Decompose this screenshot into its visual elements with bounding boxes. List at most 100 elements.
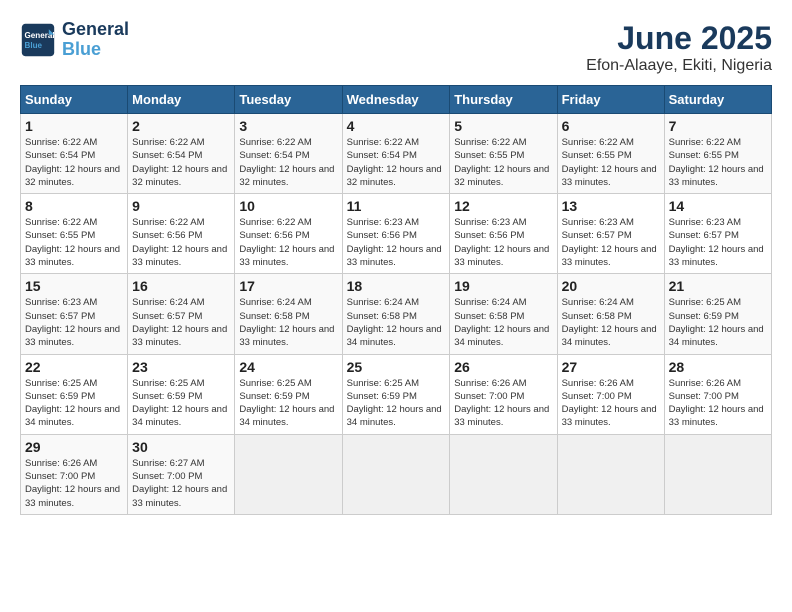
header-monday: Monday xyxy=(128,86,235,114)
day-number: 20 xyxy=(562,278,660,294)
header-sunday: Sunday xyxy=(21,86,128,114)
day-number: 27 xyxy=(562,359,660,375)
day-number: 5 xyxy=(454,118,552,134)
day-number: 15 xyxy=(25,278,123,294)
calendar-cell: 20 Sunrise: 6:24 AM Sunset: 6:58 PM Dayli… xyxy=(557,274,664,354)
day-info: Sunrise: 6:26 AM Sunset: 7:00 PM Dayligh… xyxy=(454,377,552,430)
calendar-cell: 13 Sunrise: 6:23 AM Sunset: 6:57 PM Dayli… xyxy=(557,194,664,274)
calendar-cell: 19Sunrise: 6:24 AM Sunset: 6:58 PM Dayli… xyxy=(450,274,557,354)
calendar-cell: 14 Sunrise: 6:23 AM Sunset: 6:57 PM Dayli… xyxy=(664,194,771,274)
day-number: 2 xyxy=(132,118,230,134)
day-info: Sunrise: 6:25 AM Sunset: 6:59 PM Dayligh… xyxy=(239,377,337,430)
calendar-cell xyxy=(235,434,342,514)
calendar-cell: 10 Sunrise: 6:22 AM Sunset: 6:56 PM Dayli… xyxy=(235,194,342,274)
day-info: Sunrise: 6:22 AM Sunset: 6:56 PM Dayligh… xyxy=(132,216,230,269)
day-info: Sunrise: 6:22 AM Sunset: 6:54 PM Dayligh… xyxy=(239,136,337,189)
day-number: 7 xyxy=(669,118,767,134)
day-info: Sunrise: 6:27 AM Sunset: 7:00 PM Dayligh… xyxy=(132,457,230,510)
calendar-cell: 18 Sunrise: 6:24 AM Sunset: 6:58 PM Dayli… xyxy=(342,274,450,354)
day-number: 9 xyxy=(132,198,230,214)
calendar-week-row: 1 Sunrise: 6:22 AM Sunset: 6:54 PM Daylig… xyxy=(21,114,772,194)
calendar-cell: 26 Sunrise: 6:26 AM Sunset: 7:00 PM Dayli… xyxy=(450,354,557,434)
day-info: Sunrise: 6:23 AM Sunset: 6:56 PM Dayligh… xyxy=(454,216,552,269)
day-number: 26 xyxy=(454,359,552,375)
calendar-header-row: SundayMondayTuesdayWednesdayThursdayFrid… xyxy=(21,86,772,114)
day-info: Sunrise: 6:24 AM Sunset: 6:58 PM Dayligh… xyxy=(347,296,446,349)
day-number: 25 xyxy=(347,359,446,375)
day-number: 11 xyxy=(347,198,446,214)
logo-icon: General Blue xyxy=(20,22,56,58)
day-info: Sunrise: 6:24 AM Sunset: 6:58 PM Dayligh… xyxy=(454,296,552,349)
day-info: Sunrise: 6:24 AM Sunset: 6:58 PM Dayligh… xyxy=(562,296,660,349)
calendar-cell: 5 Sunrise: 6:22 AM Sunset: 6:55 PM Daylig… xyxy=(450,114,557,194)
day-number: 18 xyxy=(347,278,446,294)
day-info: Sunrise: 6:24 AM Sunset: 6:58 PM Dayligh… xyxy=(239,296,337,349)
calendar-cell: 3Sunrise: 6:22 AM Sunset: 6:54 PM Daylig… xyxy=(235,114,342,194)
day-info: Sunrise: 6:22 AM Sunset: 6:54 PM Dayligh… xyxy=(132,136,230,189)
day-info: Sunrise: 6:22 AM Sunset: 6:55 PM Dayligh… xyxy=(562,136,660,189)
calendar-week-row: 8 Sunrise: 6:22 AM Sunset: 6:55 PM Daylig… xyxy=(21,194,772,274)
day-info: Sunrise: 6:25 AM Sunset: 6:59 PM Dayligh… xyxy=(669,296,767,349)
svg-text:Blue: Blue xyxy=(25,41,43,50)
calendar-cell: 11Sunrise: 6:23 AM Sunset: 6:56 PM Dayli… xyxy=(342,194,450,274)
day-info: Sunrise: 6:23 AM Sunset: 6:57 PM Dayligh… xyxy=(669,216,767,269)
calendar-cell xyxy=(342,434,450,514)
calendar-week-row: 29 Sunrise: 6:26 AM Sunset: 7:00 PM Dayli… xyxy=(21,434,772,514)
page-header: General Blue GeneralBlue June 2025 Efon-… xyxy=(20,20,772,75)
day-number: 10 xyxy=(239,198,337,214)
day-number: 21 xyxy=(669,278,767,294)
calendar-cell: 4 Sunrise: 6:22 AM Sunset: 6:54 PM Daylig… xyxy=(342,114,450,194)
day-info: Sunrise: 6:22 AM Sunset: 6:55 PM Dayligh… xyxy=(25,216,123,269)
calendar-week-row: 22 Sunrise: 6:25 AM Sunset: 6:59 PM Dayli… xyxy=(21,354,772,434)
header-thursday: Thursday xyxy=(450,86,557,114)
day-info: Sunrise: 6:22 AM Sunset: 6:55 PM Dayligh… xyxy=(454,136,552,189)
calendar-subtitle: Efon-Alaaye, Ekiti, Nigeria xyxy=(586,57,772,75)
logo-line2: Blue xyxy=(62,39,101,59)
calendar-cell: 21 Sunrise: 6:25 AM Sunset: 6:59 PM Dayli… xyxy=(664,274,771,354)
day-number: 30 xyxy=(132,439,230,455)
day-number: 14 xyxy=(669,198,767,214)
day-number: 4 xyxy=(347,118,446,134)
calendar-cell: 2 Sunrise: 6:22 AM Sunset: 6:54 PM Daylig… xyxy=(128,114,235,194)
calendar-cell: 29 Sunrise: 6:26 AM Sunset: 7:00 PM Dayli… xyxy=(21,434,128,514)
calendar-cell: 16 Sunrise: 6:24 AM Sunset: 6:57 PM Dayli… xyxy=(128,274,235,354)
day-info: Sunrise: 6:22 AM Sunset: 6:54 PM Dayligh… xyxy=(25,136,123,189)
day-number: 8 xyxy=(25,198,123,214)
calendar-cell: 23Sunrise: 6:25 AM Sunset: 6:59 PM Dayli… xyxy=(128,354,235,434)
day-info: Sunrise: 6:26 AM Sunset: 7:00 PM Dayligh… xyxy=(25,457,123,510)
day-number: 13 xyxy=(562,198,660,214)
header-wednesday: Wednesday xyxy=(342,86,450,114)
day-number: 17 xyxy=(239,278,337,294)
day-info: Sunrise: 6:22 AM Sunset: 6:56 PM Dayligh… xyxy=(239,216,337,269)
day-number: 23 xyxy=(132,359,230,375)
calendar-cell: 1 Sunrise: 6:22 AM Sunset: 6:54 PM Daylig… xyxy=(21,114,128,194)
day-number: 28 xyxy=(669,359,767,375)
day-number: 24 xyxy=(239,359,337,375)
calendar-cell xyxy=(557,434,664,514)
day-number: 6 xyxy=(562,118,660,134)
day-info: Sunrise: 6:22 AM Sunset: 6:54 PM Dayligh… xyxy=(347,136,446,189)
day-number: 16 xyxy=(132,278,230,294)
day-info: Sunrise: 6:23 AM Sunset: 6:57 PM Dayligh… xyxy=(25,296,123,349)
calendar-cell: 28Sunrise: 6:26 AM Sunset: 7:00 PM Dayli… xyxy=(664,354,771,434)
header-saturday: Saturday xyxy=(664,86,771,114)
logo: General Blue GeneralBlue xyxy=(20,20,129,60)
calendar-cell xyxy=(664,434,771,514)
logo-text: GeneralBlue xyxy=(62,20,129,60)
header-tuesday: Tuesday xyxy=(235,86,342,114)
calendar-title: June 2025 xyxy=(586,20,772,57)
day-number: 1 xyxy=(25,118,123,134)
day-number: 22 xyxy=(25,359,123,375)
header-friday: Friday xyxy=(557,86,664,114)
day-info: Sunrise: 6:24 AM Sunset: 6:57 PM Dayligh… xyxy=(132,296,230,349)
day-info: Sunrise: 6:25 AM Sunset: 6:59 PM Dayligh… xyxy=(347,377,446,430)
calendar-cell: 24 Sunrise: 6:25 AM Sunset: 6:59 PM Dayli… xyxy=(235,354,342,434)
calendar-table: SundayMondayTuesdayWednesdayThursdayFrid… xyxy=(20,85,772,515)
day-info: Sunrise: 6:23 AM Sunset: 6:57 PM Dayligh… xyxy=(562,216,660,269)
calendar-cell: 9 Sunrise: 6:22 AM Sunset: 6:56 PM Daylig… xyxy=(128,194,235,274)
calendar-cell: 12Sunrise: 6:23 AM Sunset: 6:56 PM Dayli… xyxy=(450,194,557,274)
calendar-cell: 25 Sunrise: 6:25 AM Sunset: 6:59 PM Dayli… xyxy=(342,354,450,434)
day-number: 29 xyxy=(25,439,123,455)
day-info: Sunrise: 6:22 AM Sunset: 6:55 PM Dayligh… xyxy=(669,136,767,189)
calendar-cell: 17 Sunrise: 6:24 AM Sunset: 6:58 PM Dayli… xyxy=(235,274,342,354)
